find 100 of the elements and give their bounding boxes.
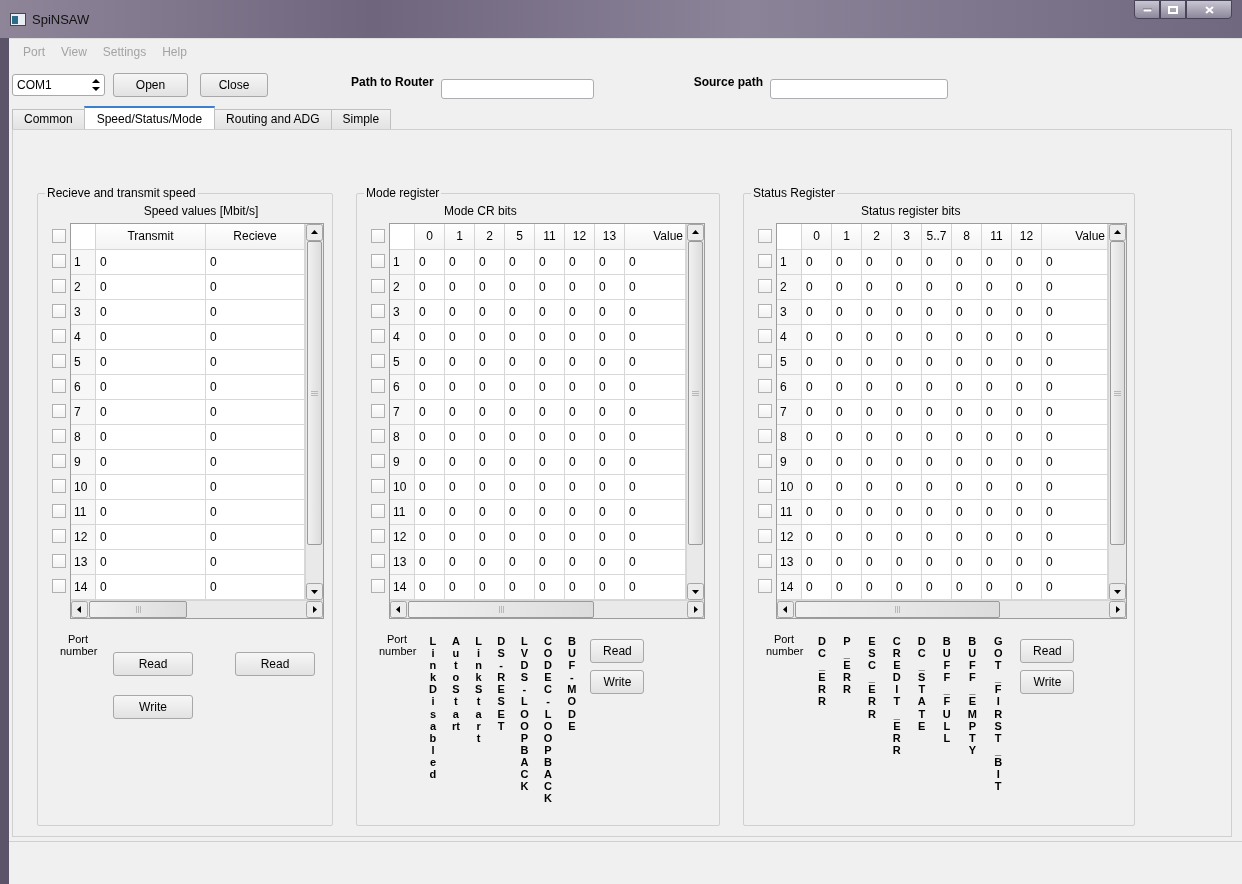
checkbox[interactable] (52, 279, 66, 293)
table-cell: 0 (445, 325, 475, 350)
checkbox[interactable] (758, 529, 772, 543)
tab[interactable]: Routing and ADG (214, 109, 332, 129)
checkbox[interactable] (758, 404, 772, 418)
checkbox[interactable] (52, 404, 66, 418)
scrollbar-thumb[interactable] (307, 241, 322, 545)
table-cell: 0 (922, 525, 952, 550)
grip-icon (498, 606, 504, 613)
checkbox[interactable] (52, 554, 66, 568)
path-field[interactable] (770, 79, 949, 99)
close-button[interactable]: Close (200, 73, 268, 97)
table-cell: 0 (565, 375, 595, 400)
checkbox[interactable] (371, 504, 385, 518)
write-button[interactable]: Write (1020, 670, 1075, 694)
port-number-label: Port number (766, 633, 802, 659)
read-button[interactable]: Read (1020, 639, 1075, 663)
row-header: 14 (777, 575, 802, 600)
row-header: 8 (777, 425, 802, 450)
table-cell: 0 (505, 250, 535, 275)
checkbox[interactable] (52, 379, 66, 393)
checkbox[interactable] (758, 229, 772, 243)
horizontal-scrollbar[interactable] (71, 600, 323, 618)
vertical-scrollbar[interactable] (1108, 224, 1126, 600)
table-cell: 0 (96, 450, 206, 475)
tab[interactable]: Speed/Status/Mode (83, 106, 216, 129)
checkbox[interactable] (758, 379, 772, 393)
scrollbar-thumb[interactable] (795, 601, 1000, 618)
checkbox[interactable] (52, 454, 66, 468)
group-title: Recieve and transmit speed (46, 186, 197, 200)
checkbox[interactable] (371, 554, 385, 568)
write-button[interactable]: Write (590, 670, 645, 694)
path-field[interactable] (440, 79, 594, 99)
checkbox[interactable] (52, 304, 66, 318)
vertical-scrollbar[interactable] (686, 224, 704, 600)
maximize-button[interactable] (1160, 0, 1186, 19)
checkbox[interactable] (52, 504, 66, 518)
scrollbar-thumb[interactable] (89, 601, 187, 618)
checkbox[interactable] (371, 379, 385, 393)
checkbox[interactable] (52, 329, 66, 343)
open-button[interactable]: Open (113, 73, 188, 97)
checkbox[interactable] (52, 354, 66, 368)
checkbox[interactable] (758, 579, 772, 593)
table-cell: 0 (445, 425, 475, 450)
checkbox[interactable] (758, 254, 772, 268)
read-button[interactable]: Read (113, 652, 193, 676)
checkbox[interactable] (52, 529, 66, 543)
checkbox[interactable] (52, 579, 66, 593)
table-cell: 0 (862, 275, 892, 300)
tab[interactable]: Simple (330, 109, 392, 129)
horizontal-scrollbar[interactable] (777, 600, 1126, 618)
table-cell: 0 (505, 450, 535, 475)
scrollbar-thumb[interactable] (688, 241, 703, 545)
column-header: Recieve (206, 224, 305, 250)
checkbox[interactable] (371, 329, 385, 343)
checkbox[interactable] (371, 279, 385, 293)
checkbox[interactable] (371, 354, 385, 368)
checkbox[interactable] (371, 529, 385, 543)
checkbox[interactable] (758, 354, 772, 368)
checkbox[interactable] (371, 404, 385, 418)
table-cell: 0 (982, 500, 1012, 525)
checkbox[interactable] (371, 454, 385, 468)
scrollbar-thumb[interactable] (1110, 241, 1125, 545)
checkbox[interactable] (371, 479, 385, 493)
row-header: 5 (777, 350, 802, 375)
table-cell: 0 (535, 450, 565, 475)
row-header: 2 (71, 275, 96, 300)
checkbox[interactable] (758, 504, 772, 518)
checkbox[interactable] (52, 229, 66, 243)
minimize-button[interactable] (1134, 0, 1160, 19)
checkbox[interactable] (371, 229, 385, 243)
table-cell: 0 (565, 250, 595, 275)
checkbox[interactable] (52, 254, 66, 268)
checkbox[interactable] (758, 279, 772, 293)
checkbox[interactable] (371, 579, 385, 593)
horizontal-scrollbar[interactable] (390, 600, 704, 618)
checkbox[interactable] (758, 329, 772, 343)
checkbox[interactable] (758, 454, 772, 468)
checkbox[interactable] (758, 479, 772, 493)
checkbox[interactable] (371, 429, 385, 443)
port-select[interactable]: COM1 (12, 74, 105, 96)
checkbox[interactable] (758, 304, 772, 318)
checkbox[interactable] (371, 304, 385, 318)
table-cell: 0 (922, 475, 952, 500)
close-button[interactable] (1186, 0, 1232, 19)
scrollbar-thumb[interactable] (408, 601, 594, 618)
checkbox[interactable] (758, 554, 772, 568)
read-button[interactable]: Read (235, 652, 315, 676)
checkbox[interactable] (758, 429, 772, 443)
tab[interactable]: Common (12, 109, 85, 129)
table-cell: 0 (922, 450, 952, 475)
checkbox[interactable] (52, 479, 66, 493)
vertical-scrollbar[interactable] (305, 224, 323, 600)
table-cell: 0 (922, 375, 952, 400)
checkbox[interactable] (371, 254, 385, 268)
checkbox[interactable] (52, 429, 66, 443)
table-cell: 0 (922, 350, 952, 375)
write-button[interactable]: Write (113, 695, 193, 719)
read-button[interactable]: Read (590, 639, 645, 663)
table-cell: 0 (892, 375, 922, 400)
